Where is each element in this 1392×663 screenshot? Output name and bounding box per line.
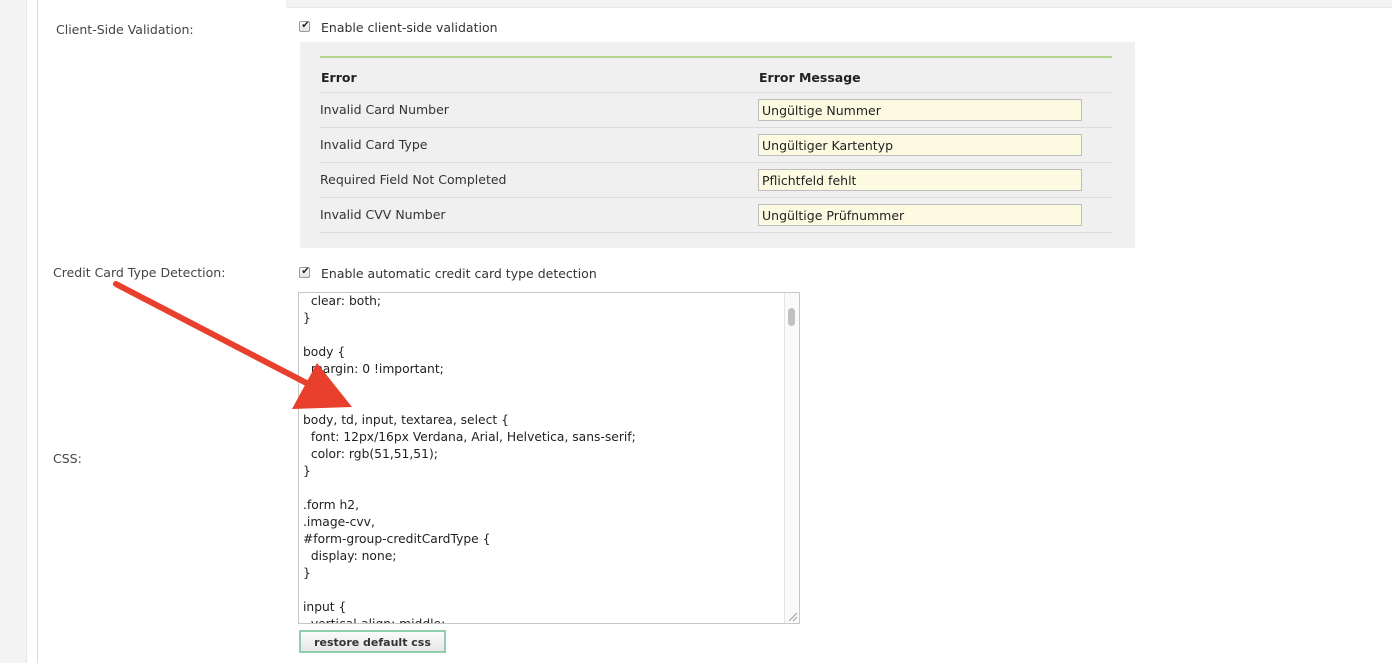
client-side-validation-checkbox[interactable]: ✔	[299, 20, 310, 32]
left-divider	[37, 0, 38, 663]
client-side-validation-label: Client-Side Validation:	[56, 22, 194, 37]
css-scrollbar-thumb[interactable]	[788, 308, 795, 326]
error-message-input-required-field[interactable]	[758, 169, 1082, 191]
table-row: Required Field Not Completed	[320, 162, 1112, 198]
panel-accent-rule	[320, 56, 1112, 58]
client-side-validation-checkbox-label[interactable]: Enable client-side validation	[321, 20, 498, 35]
checkmark-icon: ✔	[301, 20, 310, 31]
error-message-input-invalid-card-type[interactable]	[758, 134, 1082, 156]
left-rail	[0, 0, 27, 663]
table-row: Invalid CVV Number	[320, 197, 1112, 233]
error-name: Invalid Card Number	[320, 102, 449, 117]
error-column-header: Error	[321, 70, 357, 85]
error-message-column-header: Error Message	[759, 70, 861, 85]
restore-default-css-button[interactable]: restore default css	[299, 630, 446, 653]
error-name: Required Field Not Completed	[320, 172, 507, 187]
table-row: Invalid Card Type	[320, 127, 1112, 163]
css-label: CSS:	[53, 451, 82, 466]
checkmark-icon: ✔	[301, 266, 310, 277]
error-message-input-invalid-cvv[interactable]	[758, 204, 1082, 226]
card-type-detection-checkbox[interactable]: ✔	[299, 266, 310, 278]
card-type-detection-checkbox-label[interactable]: Enable automatic credit card type detect…	[321, 266, 597, 281]
card-type-detection-label: Credit Card Type Detection:	[53, 265, 226, 280]
table-row: Invalid Card Number	[320, 92, 1112, 128]
table-bottom-rule	[320, 232, 1112, 233]
arrow-shaft	[113, 281, 321, 392]
error-messages-panel: Error Error Message Invalid Card Number …	[300, 42, 1135, 248]
css-scrollbar[interactable]	[784, 293, 799, 623]
error-message-input-invalid-card-number[interactable]	[758, 99, 1082, 121]
error-name: Invalid CVV Number	[320, 207, 446, 222]
resize-grip-icon[interactable]	[787, 611, 798, 622]
css-textarea[interactable]: clear: both; } body { margin: 0 !importa…	[298, 292, 800, 624]
previous-section-strip	[286, 0, 1392, 8]
css-textarea-content[interactable]: clear: both; } body { margin: 0 !importa…	[299, 293, 636, 623]
error-name: Invalid Card Type	[320, 137, 428, 152]
